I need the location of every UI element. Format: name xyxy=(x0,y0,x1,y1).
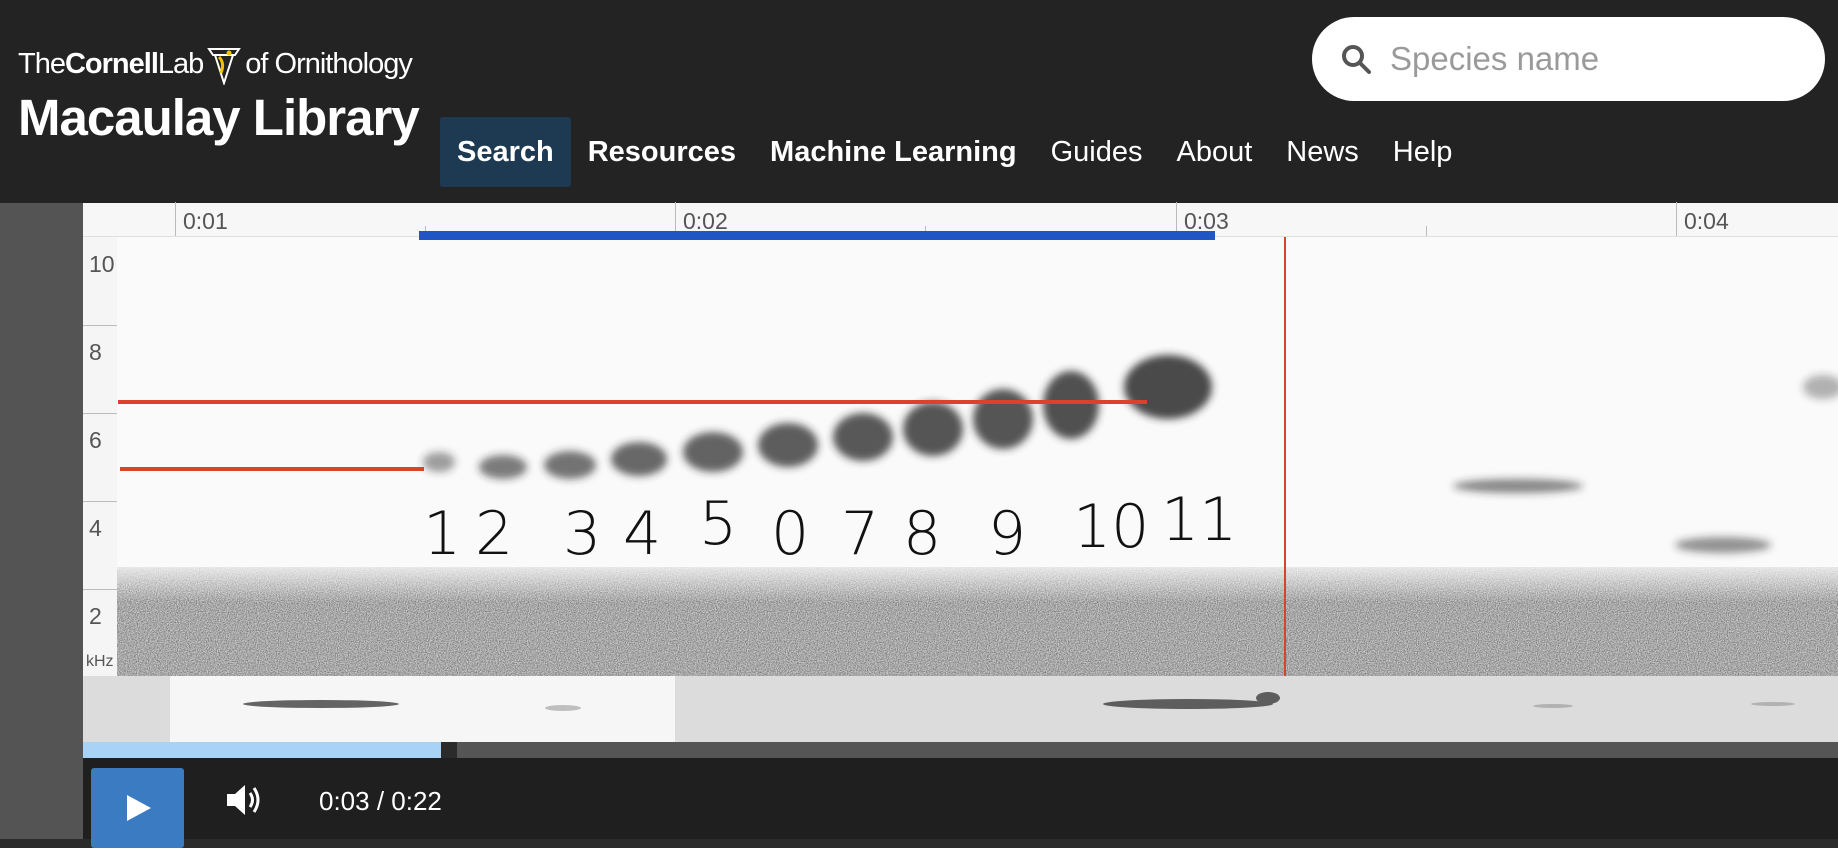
nav-about[interactable]: About xyxy=(1159,117,1269,187)
left-gutter xyxy=(0,203,83,839)
cornell-bird-logo-icon xyxy=(207,48,242,85)
annotation-label: 5 xyxy=(699,489,738,559)
time-tick xyxy=(175,202,176,236)
annotation-label: 4 xyxy=(623,499,662,569)
nav-resources[interactable]: Resources xyxy=(571,117,753,187)
annotation-label: 7 xyxy=(841,499,880,569)
playback-progress[interactable] xyxy=(83,742,1838,758)
annotation-label: 10 xyxy=(1073,492,1150,562)
overview-waveform xyxy=(243,692,1795,711)
brand-suffix: of Ornithology xyxy=(245,47,413,80)
nav-news[interactable]: News xyxy=(1269,117,1376,187)
overview-strip[interactable] xyxy=(83,676,1838,742)
freq-label: 4 xyxy=(89,515,102,541)
annotation-label: 2 xyxy=(475,499,514,569)
brand-bold: Cornell xyxy=(64,47,159,80)
spectrogram-image xyxy=(117,237,1838,676)
time-tick xyxy=(1676,202,1677,236)
progress-handle[interactable] xyxy=(441,742,457,758)
selection-range-bar[interactable] xyxy=(419,231,1215,240)
play-button[interactable] xyxy=(91,768,184,848)
progress-fill xyxy=(83,742,441,758)
frequency-axis: 10 8 6 4 2 kHz xyxy=(83,237,117,676)
main-nav: Search Resources Machine Learning Guides… xyxy=(440,117,1469,187)
freq-unit-label: kHz xyxy=(86,653,114,670)
freq-label: 2 xyxy=(89,603,102,629)
nav-search[interactable]: Search xyxy=(440,117,571,187)
brand-prefix: The xyxy=(18,47,66,80)
annotation-label: 1 xyxy=(423,499,462,569)
freq-label: 10 xyxy=(89,251,115,277)
freq-tick xyxy=(83,501,117,502)
annotation-label: 11 xyxy=(1161,485,1238,555)
freq-tick xyxy=(83,413,117,414)
freq-label: 6 xyxy=(89,427,102,453)
annotation-label: 8 xyxy=(903,499,942,569)
time-tick xyxy=(1426,226,1427,236)
nav-machine-learning[interactable]: Machine Learning xyxy=(753,117,1034,187)
time-label: 0:01 xyxy=(183,208,228,234)
annotation-label: 9 xyxy=(988,499,1027,569)
site-header: The Cornell Lab of Ornithology Macaulay Li… xyxy=(0,0,1838,203)
spectrogram-player: 0:01 0:02 0:03 0:04 1 2 3 4 5 0 7 8 9 10… xyxy=(83,202,1838,848)
freq-tick xyxy=(83,589,117,590)
volume-button[interactable] xyxy=(223,780,263,820)
volume-icon xyxy=(227,785,260,815)
spectrogram[interactable]: 1 2 3 4 5 0 7 8 9 10 11 10 8 6 4 2 kHz xyxy=(83,237,1838,676)
annotation-label: 0 xyxy=(771,499,810,569)
player-controls: 0:03 / 0:22 xyxy=(83,758,1838,848)
freq-tick xyxy=(83,325,117,326)
species-search-input[interactable] xyxy=(1388,39,1788,79)
time-display: 0:03 / 0:22 xyxy=(319,786,442,816)
search-icon xyxy=(1342,45,1371,74)
freq-label: 8 xyxy=(89,339,102,365)
time-label: 0:04 xyxy=(1684,208,1729,234)
nav-guides[interactable]: Guides xyxy=(1034,117,1160,187)
annotation-label: 3 xyxy=(563,499,602,569)
macaulay-library-title: Macaulay Library xyxy=(18,89,420,146)
play-icon xyxy=(126,795,151,821)
nav-help[interactable]: Help xyxy=(1376,117,1470,187)
cornell-lab-wordmark: The Cornell Lab of Ornithology xyxy=(18,44,419,85)
species-search[interactable] xyxy=(1312,17,1825,101)
brand-logo[interactable]: The Cornell Lab of Ornithology Macaulay Li… xyxy=(18,44,420,147)
brand-mid: Lab xyxy=(157,47,204,80)
